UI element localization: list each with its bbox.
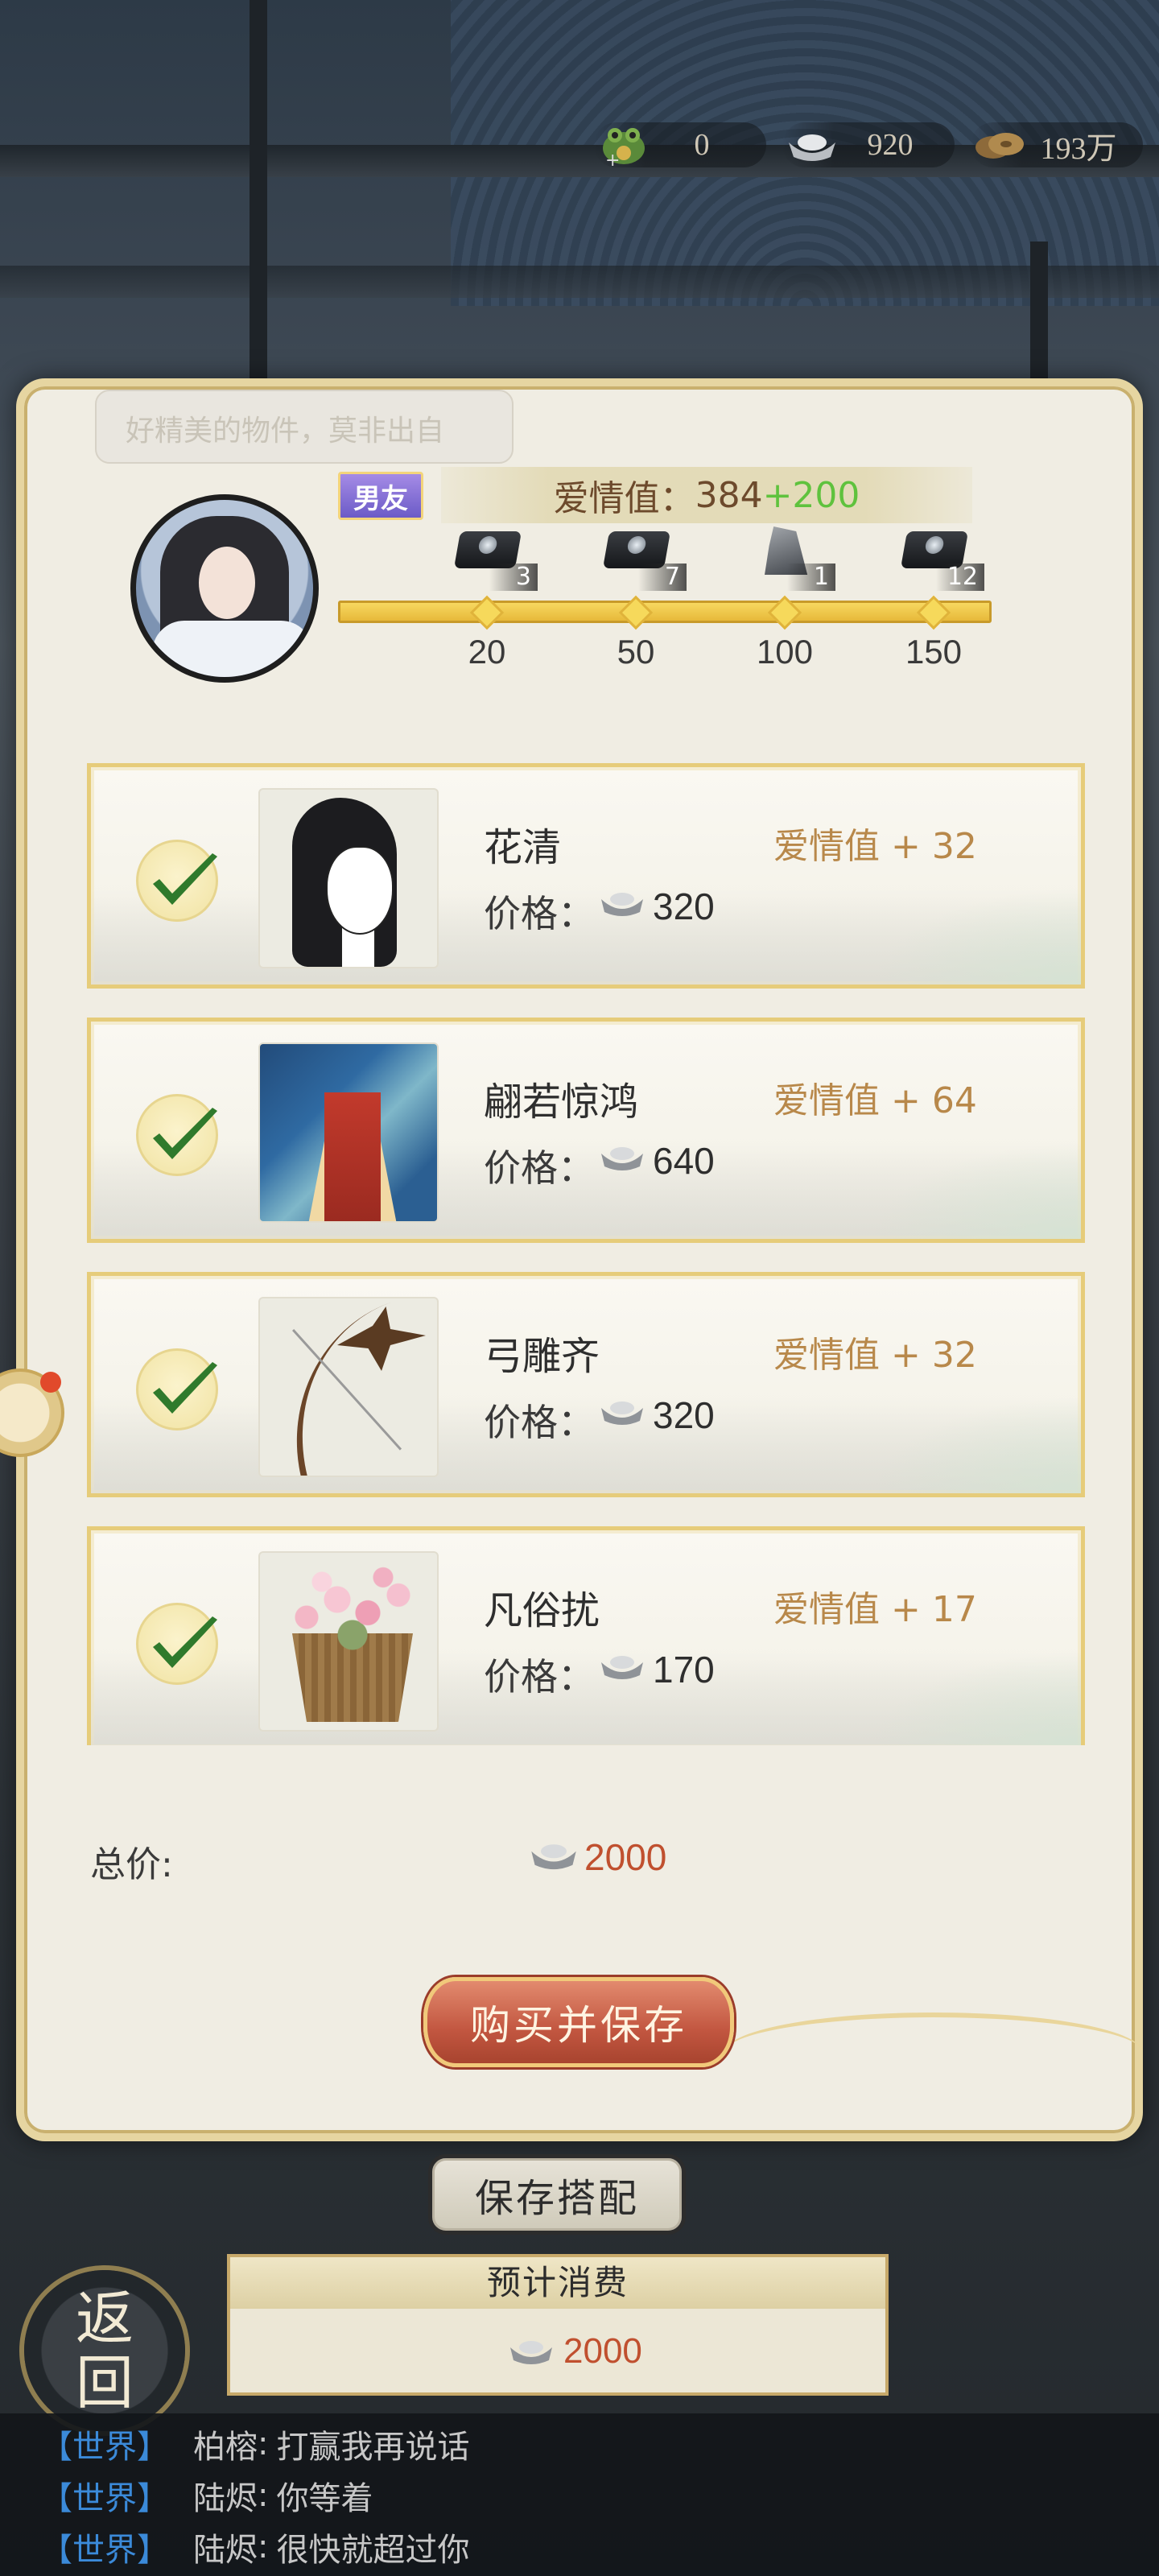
list-item[interactable]: 弓雕齐 价格： 320 爱情值 + 32 xyxy=(87,1272,1085,1497)
back-button-label: 返 xyxy=(75,2285,134,2352)
item-name: 花清 xyxy=(484,825,562,870)
item-name: 凡俗扰 xyxy=(484,1588,600,1633)
item-price-label: 价格： xyxy=(484,1401,595,1444)
estimated-cost-value: 2000 xyxy=(563,2331,642,2371)
list-item[interactable]: 花清 价格： 320 爱情值 + 32 xyxy=(87,763,1085,989)
silver-ingot-icon xyxy=(528,1837,580,1872)
decorative-swirl xyxy=(724,2013,1143,2093)
list-item[interactable]: 凡俗扰 价格： 170 爱情值 + 17 xyxy=(87,1526,1085,1745)
checkbox-checked[interactable] xyxy=(136,840,218,922)
item-price: 320 xyxy=(653,886,715,927)
item-price-label: 价格： xyxy=(484,1146,595,1190)
item-price: 320 xyxy=(653,1394,715,1436)
save-outfit-button[interactable]: 保存搭配 xyxy=(428,2154,686,2235)
chat-user: 陆烬 xyxy=(193,2532,258,2569)
silver-ingot-icon xyxy=(598,1649,646,1682)
item-thumbnail-hairstyle xyxy=(258,788,439,968)
chat-text: 很快就超过你 xyxy=(276,2532,470,2569)
item-list[interactable]: 花清 价格： 320 爱情值 + 32 翩若惊鸿 价格： 640 爱情值 + 6… xyxy=(0,0,1159,1745)
item-thumbnail-bow xyxy=(258,1297,439,1477)
total-label: 总价: xyxy=(90,1844,173,1885)
item-name: 翩若惊鸿 xyxy=(484,1080,639,1125)
item-price-label: 价格： xyxy=(484,892,595,935)
total-price: 2000 xyxy=(584,1836,667,1878)
estimated-cost-panel: 预计消费 2000 xyxy=(227,2254,889,2396)
chat-text: 你等着 xyxy=(276,2480,373,2517)
back-button-label: 回 xyxy=(75,2349,134,2417)
chat-user: 陆烬 xyxy=(193,2480,258,2517)
check-icon xyxy=(153,1108,217,1159)
chat-user: 柏榕 xyxy=(193,2429,258,2466)
item-love-bonus: 爱情值 + 32 xyxy=(773,1335,977,1376)
checkbox-checked[interactable] xyxy=(136,1348,218,1430)
chat-message: 【世界】 陆烬 : 很快就超过你 xyxy=(0,2521,1159,2573)
back-button[interactable]: 返 回 xyxy=(24,2270,185,2431)
notification-dot xyxy=(40,1372,61,1393)
item-price: 170 xyxy=(653,1649,715,1690)
silver-ingot-icon xyxy=(507,2334,555,2367)
chat-message: 【世界】 陆烬 : 你等着 xyxy=(0,2470,1159,2521)
checkbox-checked[interactable] xyxy=(136,1094,218,1176)
list-item[interactable]: 翩若惊鸿 价格： 640 爱情值 + 64 xyxy=(87,1018,1085,1243)
item-love-bonus: 爱情值 + 64 xyxy=(773,1080,977,1121)
item-love-bonus: 爱情值 + 32 xyxy=(773,826,977,867)
checkbox-checked[interactable] xyxy=(136,1603,218,1685)
check-icon xyxy=(153,1362,217,1414)
item-name: 弓雕齐 xyxy=(484,1334,600,1379)
item-thumbnail-basket xyxy=(258,1551,439,1732)
check-icon xyxy=(153,1616,217,1668)
silver-ingot-icon xyxy=(598,886,646,919)
item-price-label: 价格： xyxy=(484,1655,595,1699)
chat-message: 【世界】 柏榕 : 打赢我再说话 xyxy=(0,2418,1159,2470)
buy-and-save-button[interactable]: 购买并保存 xyxy=(423,1977,734,2067)
chat-channel: 【世界】 xyxy=(40,2532,169,2569)
silver-ingot-icon xyxy=(598,1395,646,1427)
item-thumbnail-robe xyxy=(258,1042,439,1223)
chat-text: 打赢我再说话 xyxy=(276,2429,470,2466)
item-love-bonus: 爱情值 + 17 xyxy=(773,1589,977,1630)
chat-channel: 【世界】 xyxy=(40,2429,169,2466)
silver-ingot-icon xyxy=(598,1141,646,1173)
chat-channel: 【世界】 xyxy=(40,2480,169,2517)
estimated-cost-title: 预计消费 xyxy=(230,2257,885,2309)
check-icon xyxy=(153,853,217,905)
world-chat-log[interactable]: 【世界】 柏榕 : 打赢我再说话 【世界】 陆烬 : 你等着 【世界】 陆烬 :… xyxy=(0,2413,1159,2576)
item-price: 640 xyxy=(653,1140,715,1182)
